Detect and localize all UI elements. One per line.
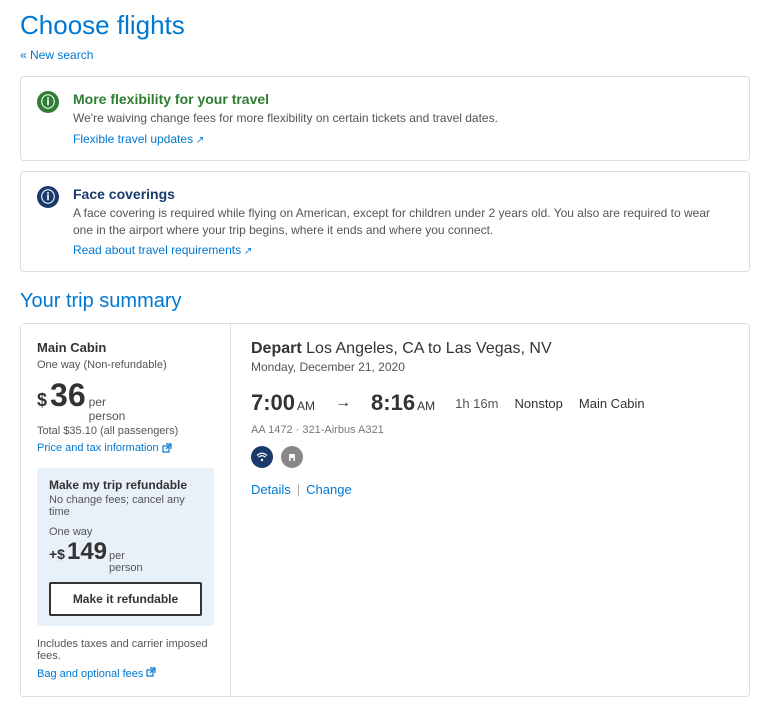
flexibility-card: ⓘ More flexibility for your travel We're… [20,76,750,161]
seat-icon [281,446,303,468]
flexibility-title: More flexibility for your travel [73,91,498,107]
left-panel: Main Cabin One way (Non-refundable) $ 36… [21,324,231,696]
flight-arrow: → [335,394,351,412]
refundable-title: Make my trip refundable [49,478,202,492]
details-change-row: Details | Change [251,482,729,497]
arrive-ampm: AM [417,399,435,413]
right-panel: Depart Los Angeles, CA to Las Vegas, NV … [231,324,749,696]
details-link[interactable]: Details [251,482,291,497]
price-tax-link[interactable]: Price and tax information [37,442,172,454]
trip-summary-card: Main Cabin One way (Non-refundable) $ 36… [20,323,750,697]
wifi-icon [251,446,273,468]
external-link-icon [162,443,172,453]
flight-cabin: Main Cabin [579,396,645,411]
page-title: Choose flights [20,10,750,41]
refundable-way: One way [49,526,202,538]
refundable-price-row: +$ 149 perperson [49,540,202,574]
depart-ampm: AM [297,399,315,413]
flexibility-link[interactable]: Flexible travel updates [73,132,204,146]
bag-fees-link[interactable]: Bag and optional fees [37,668,156,680]
refundable-plus: +$ [49,546,65,562]
refundable-box: Make my trip refundable No change fees; … [37,468,214,626]
cabin-type-label: Main Cabin [37,340,214,355]
bag-fees-external-icon [146,667,156,677]
route-text: Los Angeles, CA to Las Vegas, NV [306,340,552,357]
refundable-per-person: perperson [109,550,143,574]
flexibility-content: More flexibility for your travel We're w… [73,91,498,146]
flight-details-row: AA 1472 · 321-Airbus A321 [251,424,729,436]
new-search-link[interactable]: « New search [20,48,93,62]
refundable-subtitle: No change fees; cancel any time [49,494,202,518]
depart-label: Depart [251,340,302,357]
flight-stops: Nonstop [514,396,562,411]
face-coverings-link[interactable]: Read about travel requirements [73,243,252,257]
face-coverings-body: A face covering is required while flying… [73,205,733,239]
fees-note: Includes taxes and carrier imposed fees. [37,638,214,662]
flight-duration: 1h 16m [455,396,498,411]
amenity-icons [251,446,729,468]
price-row: $ 36 perperson [37,379,214,423]
change-link[interactable]: Change [306,482,352,497]
flight-meta: 1h 16m Nonstop Main Cabin [455,396,645,411]
flexibility-body: We're waiving change fees for more flexi… [73,110,498,127]
trip-type-label: One way (Non-refundable) [37,359,214,371]
arrive-time-block: 8:16 AM [371,390,435,416]
flexibility-icon: ⓘ [37,91,59,113]
face-coverings-content: Face coverings A face covering is requir… [73,186,733,258]
currency-symbol: $ [37,390,47,411]
refundable-amount: 149 [67,540,107,564]
depart-time: 7:00 [251,390,295,416]
per-person-label: perperson [89,395,126,423]
price-amount: 36 [50,379,86,411]
arrive-time: 8:16 [371,390,415,416]
flight-route-title: Depart Los Angeles, CA to Las Vegas, NV [251,340,729,358]
flight-date: Monday, December 21, 2020 [251,360,729,374]
face-coverings-title: Face coverings [73,186,733,202]
trip-summary-heading: Your trip summary [20,290,750,313]
make-refundable-button[interactable]: Make it refundable [49,582,202,616]
details-divider: | [297,482,300,497]
face-coverings-card: ⓘ Face coverings A face covering is requ… [20,171,750,273]
total-price-label: Total $35.10 (all passengers) [37,425,214,437]
flight-times: 7:00 AM → 8:16 AM 1h 16m Nonstop Main Ca… [251,390,729,416]
face-coverings-icon: ⓘ [37,186,59,208]
depart-time-block: 7:00 AM [251,390,315,416]
